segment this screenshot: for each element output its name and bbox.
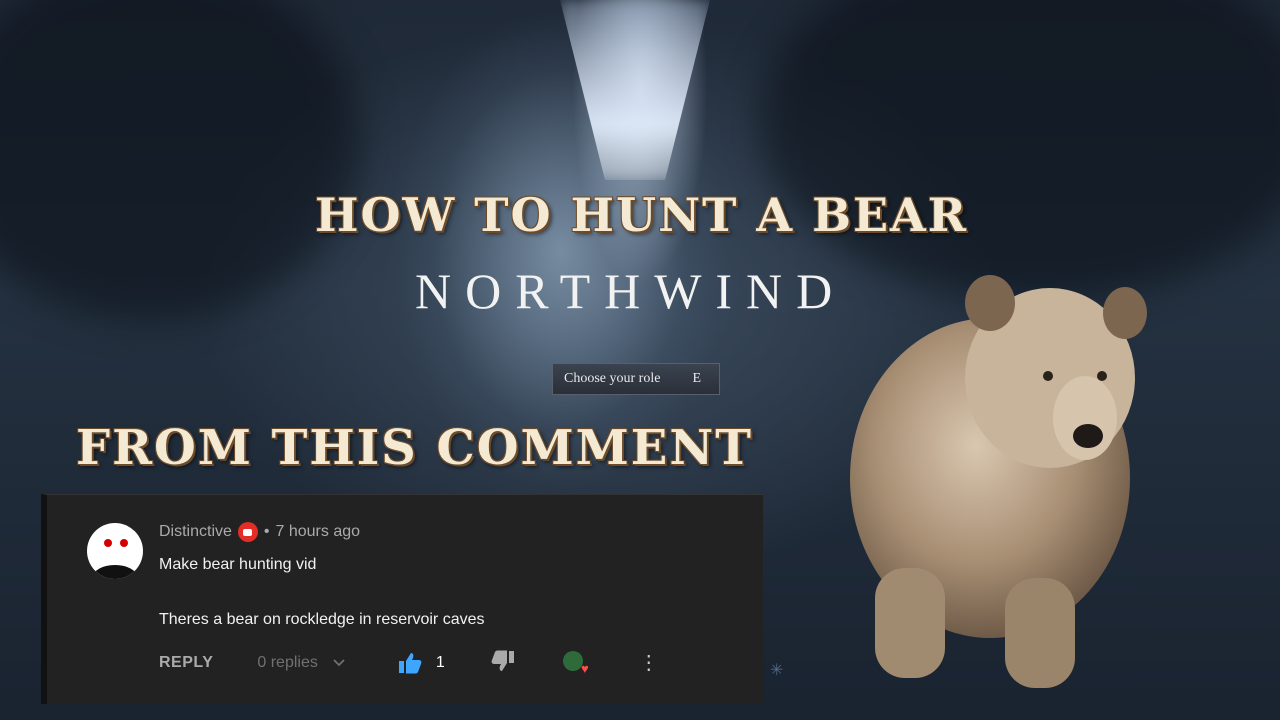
thumbs-up-icon: [398, 653, 422, 674]
avatar-eye: [104, 539, 112, 547]
replies-count: 0 replies: [257, 654, 318, 671]
thumbnail-headline: HOW TO HUNT A BEAR: [315, 188, 968, 242]
like-count: 1: [435, 654, 445, 671]
thumbnail-subheadline: FROM THIS COMMENT: [76, 420, 753, 476]
youtube-comment-card: Distinctive • 7 hours ago Make bear hunt…: [41, 494, 763, 704]
like-button[interactable]: 1: [398, 652, 445, 674]
dislike-button[interactable]: [491, 650, 515, 677]
chevron-down-icon: [333, 659, 345, 667]
bear-image: [850, 275, 1147, 688]
creator-heart-icon: ♥: [562, 651, 589, 675]
replies-toggle[interactable]: 0 replies: [257, 654, 345, 672]
choose-role-button[interactable]: Choose your role E: [552, 363, 720, 395]
avatar-eye: [120, 539, 128, 547]
comment-text-line: Make bear hunting vid: [159, 556, 317, 573]
sparkle-icon: ✳: [770, 660, 784, 679]
comment-text-line: Theres a bear on rockledge in reservoir …: [159, 611, 485, 628]
comment-author[interactable]: Distinctive: [159, 523, 232, 541]
comment-actions: REPLY 0 replies 1 ♥ ⋮: [159, 650, 659, 677]
more-vert-icon[interactable]: ⋮: [639, 653, 659, 673]
game-logo: NORTHWIND: [415, 263, 847, 319]
avatar-body: [93, 565, 137, 579]
key-hint: E: [692, 371, 701, 386]
reply-button[interactable]: REPLY: [159, 654, 213, 672]
choose-role-label: Choose your role: [564, 371, 661, 386]
thumbs-down-icon: [491, 650, 514, 671]
meta-separator: •: [263, 523, 270, 540]
comment-time[interactable]: 7 hours ago: [276, 523, 361, 541]
comment-meta: Distinctive • 7 hours ago: [159, 522, 360, 542]
avatar[interactable]: [87, 523, 143, 579]
member-badge-icon: [237, 522, 258, 542]
